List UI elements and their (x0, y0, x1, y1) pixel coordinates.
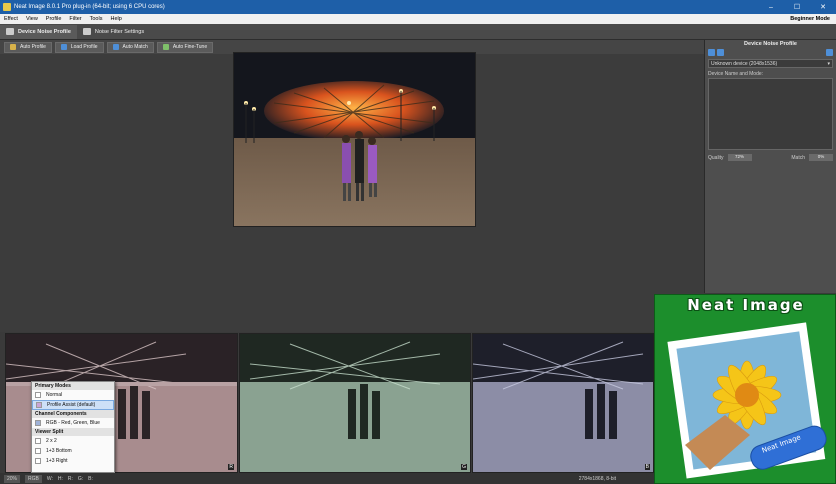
tab-noise-filter-settings[interactable]: Noise Filter Settings (77, 25, 150, 39)
mode-switch[interactable]: Beginner Mode (790, 16, 836, 22)
close-button[interactable]: ✕ (810, 3, 836, 11)
button-label: Auto Fine-Tune (172, 44, 208, 50)
match-icon (112, 44, 119, 50)
menu-tools[interactable]: Tools (86, 16, 107, 22)
quality-row: Quality 72% Match 0% (708, 154, 833, 161)
menu-help[interactable]: Help (106, 16, 125, 22)
tab-device-noise-profile[interactable]: Device Noise Profile (0, 24, 77, 39)
grid-2x2-icon (35, 438, 41, 444)
split-bottom-icon (35, 448, 41, 454)
button-label: Load Profile (70, 44, 98, 50)
section-viewer-split: Viewer Split (32, 428, 114, 436)
panel-menu-icon[interactable] (826, 49, 833, 56)
channel-viewer-g[interactable]: G (239, 333, 471, 473)
app-icon (3, 3, 11, 11)
menu-item-label: 1+3 Right (46, 458, 68, 464)
menu-item-label: Normal (46, 392, 63, 398)
channel-letter: B (644, 464, 650, 470)
window-title-bar: Neat Image 8.0.1 Pro plug-in (64-bit; us… (0, 0, 836, 14)
quality-label: Quality (708, 154, 724, 161)
panel-title: Device Noise Profile (744, 41, 797, 47)
normal-mode-icon (35, 392, 41, 398)
b-readout-label: B: (88, 475, 93, 482)
device-select-value: Unknown device (2048x1536) (711, 61, 778, 67)
flower-brush-icon (667, 322, 827, 479)
menu-item-1-3-bottom[interactable]: 1+3 Bottom (32, 446, 114, 456)
tab-bar: Device Noise Profile Noise Filter Settin… (0, 24, 836, 40)
device-name-field[interactable] (708, 78, 833, 150)
panel-toolbar (705, 47, 836, 58)
fine-tune-icon (162, 44, 169, 50)
g-readout-label: G: (77, 475, 84, 482)
auto-fine-tune-button[interactable]: Auto Fine-Tune (156, 41, 214, 53)
viewer-mode-menu: Primary Modes Normal Profile Assist (def… (31, 381, 115, 473)
menu-item-2x2[interactable]: 2 x 2 (32, 436, 114, 446)
load-profile-button[interactable]: Load Profile (54, 41, 104, 53)
auto-profile-button[interactable]: Auto Profile (4, 41, 52, 53)
menu-item-profile-assist[interactable]: Profile Assist (default) (32, 400, 114, 410)
profile-tab-icon (6, 28, 14, 35)
menu-bar: Effect View Profile Filter Tools Help Be… (0, 14, 836, 24)
profile-assist-icon (36, 402, 42, 408)
save-profile-icon[interactable] (717, 49, 724, 56)
green-channel-photo (240, 334, 470, 472)
minimize-button[interactable]: – (758, 4, 784, 11)
tab-label: Device Noise Profile (18, 28, 71, 35)
stadium-photo (234, 53, 475, 226)
match-label: Match (791, 154, 805, 161)
auto-match-button[interactable]: Auto Match (106, 41, 154, 53)
tab-label: Noise Filter Settings (94, 28, 145, 35)
main-image-preview[interactable] (233, 52, 476, 227)
menu-item-label: RGB - Red, Green, Blue (46, 420, 100, 426)
maximize-button[interactable]: ☐ (784, 3, 810, 11)
menu-filter[interactable]: Filter (65, 16, 85, 22)
channel-letter: G (461, 464, 467, 470)
window-title: Neat Image 8.0.1 Pro plug-in (64-bit; us… (14, 4, 165, 10)
channel-mode-select[interactable]: RGB (25, 474, 42, 483)
rgb-icon (35, 420, 41, 426)
neat-image-logo: Neat Image Neat Image (654, 294, 836, 484)
section-channel-components: Channel Components (32, 410, 114, 418)
section-primary-modes: Primary Modes (32, 382, 114, 390)
menu-item-label: 2 x 2 (46, 438, 57, 444)
menu-profile[interactable]: Profile (42, 16, 66, 22)
channel-letter: R (228, 464, 234, 470)
menu-item-1-3-right[interactable]: 1+3 Right (32, 456, 114, 466)
w-readout-label: W: (46, 475, 53, 482)
match-value: 0% (809, 154, 833, 161)
menu-item-rgb[interactable]: RGB - Red, Green, Blue (32, 418, 114, 428)
channel-viewer-b[interactable]: B (472, 333, 654, 473)
device-select[interactable]: Unknown device (2048x1536) ▾ (708, 59, 833, 68)
zoom-select[interactable]: 20% (4, 474, 21, 483)
button-label: Auto Profile (20, 44, 46, 50)
button-label: Auto Match (122, 44, 148, 50)
menu-effect[interactable]: Effect (0, 16, 22, 22)
h-readout-label: H: (57, 475, 63, 482)
auto-profile-icon (10, 44, 16, 50)
device-noise-profile-panel: Device Noise Profile Unknown device (204… (704, 40, 836, 293)
menu-item-label: Profile Assist (default) (47, 402, 96, 408)
filter-tab-icon (82, 28, 91, 35)
menu-item-normal[interactable]: Normal (32, 390, 114, 400)
menu-item-label: 1+3 Bottom (46, 448, 72, 454)
chevron-down-icon: ▾ (827, 61, 830, 67)
split-right-icon (35, 458, 41, 464)
folder-icon (60, 44, 67, 50)
menu-view[interactable]: View (22, 16, 42, 22)
blue-channel-photo (473, 334, 653, 472)
open-profile-icon[interactable] (708, 49, 715, 56)
quality-value: 72% (727, 154, 752, 161)
device-name-label: Device Name and Mode: (708, 71, 764, 77)
r-readout-label: R: (67, 475, 73, 482)
